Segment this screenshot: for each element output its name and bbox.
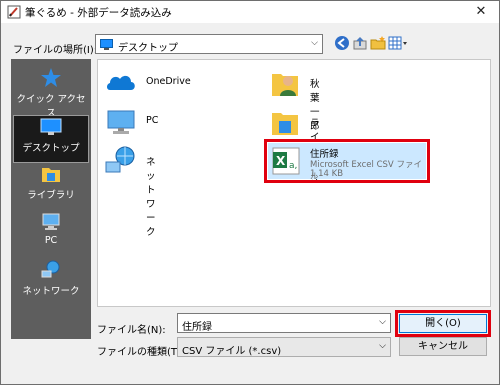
view-menu-icon[interactable] [388,35,408,51]
quick-access-icon [41,68,61,87]
pc-icon [42,213,60,230]
place-label: デスクトップ [22,143,80,154]
library-icon [42,168,60,182]
excel-csv-icon: X a, [272,147,300,175]
place-label: PC [44,235,58,246]
place-label: ネットワーク [22,286,80,297]
open-file-dialog: 筆ぐるめ - 外部データ読み込み ✕ ファイルの場所(I): デスクトップ ⌵ … [0,0,500,385]
desktop-icon [40,118,62,135]
library-icon [272,113,298,135]
place-library[interactable]: ライブラリ [13,163,89,211]
chevron-down-icon: ⌵ [311,38,318,48]
desktop-icon [100,39,113,50]
file-name: PC [146,115,159,126]
file-item-csv-selected[interactable]: X a, 住所録 Microsoft Excel CSV ファイル 1.14 K… [264,139,430,183]
file-name: OneDrive [146,76,191,87]
selection-background: X a, 住所録 Microsoft Excel CSV ファイル 1.14 K… [268,143,426,182]
file-list[interactable]: OneDrive 秋葉一郎 PC ライブラリ [97,59,491,307]
file-name-value: 住所録 [182,322,212,333]
pc-icon [107,110,135,134]
cancel-button[interactable]: キャンセル [399,337,487,356]
window-title: 筆ぐるめ - 外部データ読み込み [25,7,172,19]
back-icon[interactable] [334,35,350,51]
chevron-down-icon[interactable]: ⌵ [379,317,386,327]
places-bar: クイック アクセス デスクトップ ライブラリ PC ネットワーク [11,59,91,339]
app-icon [7,5,21,19]
svg-text:a,: a, [289,161,297,171]
place-pc[interactable]: PC [13,211,89,259]
file-name: ネットワーク [146,157,156,238]
network-icon [105,146,135,173]
place-label: ライブラリ [27,190,75,201]
look-in-value: デスクトップ [118,43,178,54]
open-button[interactable]: 開く(O) [399,314,487,333]
network-icon [41,260,60,278]
file-name-label: ファイル名(N): [97,325,166,336]
look-in-dropdown[interactable]: デスクトップ ⌵ [95,34,323,54]
file-type-select[interactable]: CSV ファイル (*.csv) ⌵ [177,337,391,357]
place-desktop[interactable]: デスクトップ [13,115,89,163]
file-type-value: CSV ファイル (*.csv) [182,346,282,357]
place-quick-access[interactable]: クイック アクセス [13,67,89,119]
place-network[interactable]: ネットワーク [13,259,89,307]
close-button[interactable]: ✕ [469,3,493,21]
look-in-label: ファイルの場所(I): [13,45,98,56]
file-type-label: ファイルの種類(T): [97,347,185,358]
up-folder-icon[interactable] [352,35,368,51]
onedrive-icon [107,75,135,90]
file-name-input[interactable]: 住所録 ⌵ [177,313,391,333]
svg-text:X: X [276,154,286,168]
title-bar: 筆ぐるめ - 外部データ読み込み ✕ [1,1,499,23]
chevron-down-icon: ⌵ [379,341,386,351]
new-folder-icon[interactable] [370,35,386,51]
user-folder-icon [272,74,298,96]
file-size: 1.14 KB [310,169,344,179]
